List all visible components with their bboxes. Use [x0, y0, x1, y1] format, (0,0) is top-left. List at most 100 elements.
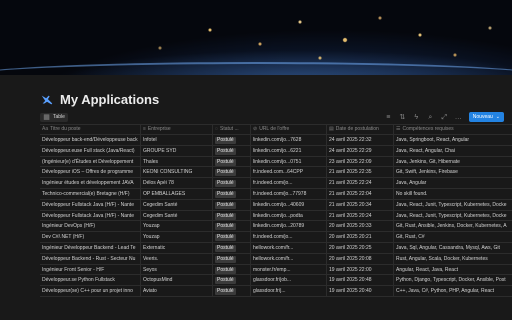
cell-status[interactable]: Postulé [213, 286, 251, 296]
cell-status[interactable]: Postulé [213, 253, 251, 264]
cell-url[interactable]: monster.fr/emp... [251, 264, 327, 275]
cell-status[interactable]: Postulé [213, 178, 251, 188]
cell-company[interactable]: Thales [141, 156, 213, 167]
cell-url[interactable]: hellowork.com/fr... [251, 242, 327, 253]
cell-date[interactable]: 19 avril 2025 20:40 [327, 286, 394, 296]
cell-company[interactable]: Externatic [141, 242, 213, 253]
cell-status[interactable]: Postulé [213, 221, 251, 232]
cell-date[interactable]: 20 avril 2025 20:25 [327, 242, 394, 253]
table-row[interactable]: (Ingénieur(e) d'Études et Développement T… [40, 156, 512, 168]
cell-url[interactable]: linkedin.com/jo...7628 [251, 135, 327, 145]
cell-status[interactable]: Postulé [213, 156, 251, 167]
cell-date[interactable]: 19 avril 2025 20:48 [327, 275, 394, 286]
cell-status[interactable]: Postulé [213, 188, 251, 199]
cell-company[interactable]: Youzap [141, 232, 213, 242]
column-header[interactable]: ⊘ URL de l'offre [251, 125, 327, 134]
cell-company[interactable]: Délos Apéi 78 [141, 178, 213, 188]
table-row[interactable]: Ingénieur Front Senior - H/F Seyos Postulé… [40, 264, 512, 276]
cell-url[interactable]: linkedin.com/jo...6221 [251, 145, 327, 156]
cell-date[interactable]: 23 avril 2025 22:09 [327, 156, 394, 167]
url-link[interactable]: linkedin.com/jo...7628 [253, 137, 301, 143]
expand-icon[interactable]: ⤢ [441, 114, 448, 121]
cell-title[interactable]: Ingénieur Développeur Backend - Lead Te [40, 242, 141, 253]
url-link[interactable]: linkedin.com/jo...40609 [253, 202, 304, 208]
cell-title[interactable]: Technico-commercial(e) Bretagne (H/F) [40, 188, 141, 199]
url-link[interactable]: monster.fr/emp... [253, 267, 291, 273]
cell-status[interactable]: Postulé [213, 135, 251, 145]
cell-skills[interactable]: C++, Java, C#, Python, PHP, Angular, Rea… [394, 286, 512, 296]
cell-url[interactable]: linkedin.com/jo...0751 [251, 156, 327, 167]
table-row[interactable]: Développeur.euse Full stack (Java/React)… [40, 145, 512, 157]
cell-company[interactable]: Aviato [141, 286, 213, 296]
table-row[interactable]: Développeur iOS – Offres de programme KEO… [40, 167, 512, 179]
cell-company[interactable]: Cegedim Santé [141, 199, 213, 210]
table-row[interactable]: Développeur Backend - Rust - Secteur Nu V… [40, 253, 512, 265]
table-row[interactable]: Ingénieur Développeur Backend - Lead Te E… [40, 242, 512, 254]
cell-company[interactable]: Seyos [141, 264, 213, 275]
cell-date[interactable]: 21 avril 2025 20:34 [327, 199, 394, 210]
cell-title[interactable]: Développeur.se Python Fullstack [40, 275, 141, 286]
cell-skills[interactable]: Angular, React, Java, React [394, 265, 512, 275]
url-link[interactable]: fr.indeed.com/jo...77978 [253, 191, 306, 197]
cell-title[interactable]: (Ingénieur(e) d'Études et Développement [40, 156, 141, 167]
cell-url[interactable]: fr.indeed.com/jo... [251, 232, 327, 242]
lightning-icon[interactable]: ϟ [413, 114, 420, 121]
url-link[interactable]: linkedin.com/jo...0751 [253, 159, 301, 165]
cell-date[interactable]: 20 avril 2025 20:21 [327, 232, 394, 242]
filter-icon[interactable]: ≡ [385, 114, 392, 121]
table-row[interactable]: Ingénieur DevOps (H/F) Youzap Postulé linke… [40, 221, 512, 233]
cell-status[interactable]: Postulé [213, 199, 251, 210]
cell-date[interactable]: 19 avril 2025 22:00 [327, 264, 394, 275]
cell-title[interactable]: Ingénieur Front Senior - H/F [40, 264, 141, 275]
cell-company[interactable]: KEONI CONSULTING [141, 167, 213, 178]
url-link[interactable]: glassdoor.fr/j... [253, 288, 286, 294]
table-row[interactable]: Développeur.se Python Fullstack OctopusMi… [40, 275, 512, 287]
cell-title[interactable]: Développeur Fullstack Java (H/F) - Nante [40, 210, 141, 221]
table-row[interactable]: Ingénieur études et développement JAVA Dé… [40, 178, 512, 189]
cell-skills[interactable]: No skill found. [394, 189, 512, 199]
cell-title[interactable]: Ingénieur DevOps (H/F) [40, 221, 141, 232]
cell-date[interactable]: 21 avril 2025 22:04 [327, 188, 394, 199]
cell-title[interactable]: Développeur Backend - Rust - Secteur Nu [40, 253, 141, 264]
table-row[interactable]: Développeur Fullstack Java (H/F) - Nante… [40, 210, 512, 222]
table-row[interactable]: Technico-commercial(e) Bretagne (H/F) OP … [40, 188, 512, 200]
column-header[interactable]: Aa Titre du poste [40, 125, 141, 134]
column-header[interactable]: ▤ Date de postulation [327, 125, 394, 134]
url-link[interactable]: hellowork.com/fr... [253, 256, 293, 262]
chevron-down-icon[interactable]: ⌄ [496, 114, 500, 120]
cell-url[interactable]: glassdoor.fr/j... [251, 286, 327, 296]
cell-status[interactable]: Postulé [213, 275, 251, 286]
cell-company[interactable]: Youzap [141, 221, 213, 232]
cell-date[interactable]: 24 avril 2025 22:29 [327, 145, 394, 156]
cell-company[interactable]: OctopusMind [141, 275, 213, 286]
cell-url[interactable]: hellowork.com/fr... [251, 253, 327, 264]
table-row[interactable]: Développeur back-end/Développeuse back In… [40, 135, 512, 146]
cell-date[interactable]: 20 avril 2025 20:33 [327, 221, 394, 232]
cell-url[interactable]: glassdoor.fr/job... [251, 275, 327, 286]
cell-date[interactable]: 20 avril 2025 20:08 [327, 253, 394, 264]
cell-skills[interactable]: Git, Rust, Ansible, Jenkins, Docker, Kub… [394, 221, 512, 231]
sort-icon[interactable]: ⇅ [399, 114, 406, 121]
table-row[interactable]: Développeur Fullstack Java (H/F) - Nante… [40, 199, 512, 211]
cell-status[interactable]: Postulé [213, 210, 251, 221]
search-icon[interactable]: ⌕ [427, 114, 434, 121]
cell-title[interactable]: Développeur Fullstack Java (H/F) - Nante [40, 199, 141, 210]
cell-company[interactable]: OP EMBALLAGES [141, 188, 213, 199]
cell-company[interactable]: Infotel [141, 135, 213, 145]
cell-skills[interactable]: Rust, Angular, Scala, Docker, Kubernetes [394, 254, 512, 264]
cell-url[interactable]: linkedin.com/jo...podta [251, 210, 327, 221]
cell-status[interactable]: Postulé [213, 167, 251, 178]
cell-status[interactable]: Postulé [213, 242, 251, 253]
cell-title[interactable]: Développeur.euse Full stack (Java/React) [40, 145, 141, 156]
cell-title[interactable]: Dev C#/.NET (H/F) [40, 232, 141, 242]
cell-url[interactable]: fr.indeed.com/jo...77978 [251, 188, 327, 199]
table-row[interactable]: Développeur(se) C++ pour un projet inno A… [40, 286, 512, 297]
cell-title[interactable]: Ingénieur études et développement JAVA [40, 178, 141, 188]
column-header[interactable]: ☰ Compétences requises [394, 125, 512, 134]
url-link[interactable]: fr.indeed.com/jo... [253, 180, 292, 186]
cell-skills[interactable]: Java, React, Angular, Chai [394, 146, 512, 156]
cell-url[interactable]: linkedin.com/jo...40609 [251, 199, 327, 210]
url-link[interactable]: linkedin.com/jo...20789 [253, 223, 304, 229]
more-icon[interactable]: … [455, 114, 462, 121]
cell-skills[interactable]: Git, Swift, Jenkins, Firebase [394, 167, 512, 177]
